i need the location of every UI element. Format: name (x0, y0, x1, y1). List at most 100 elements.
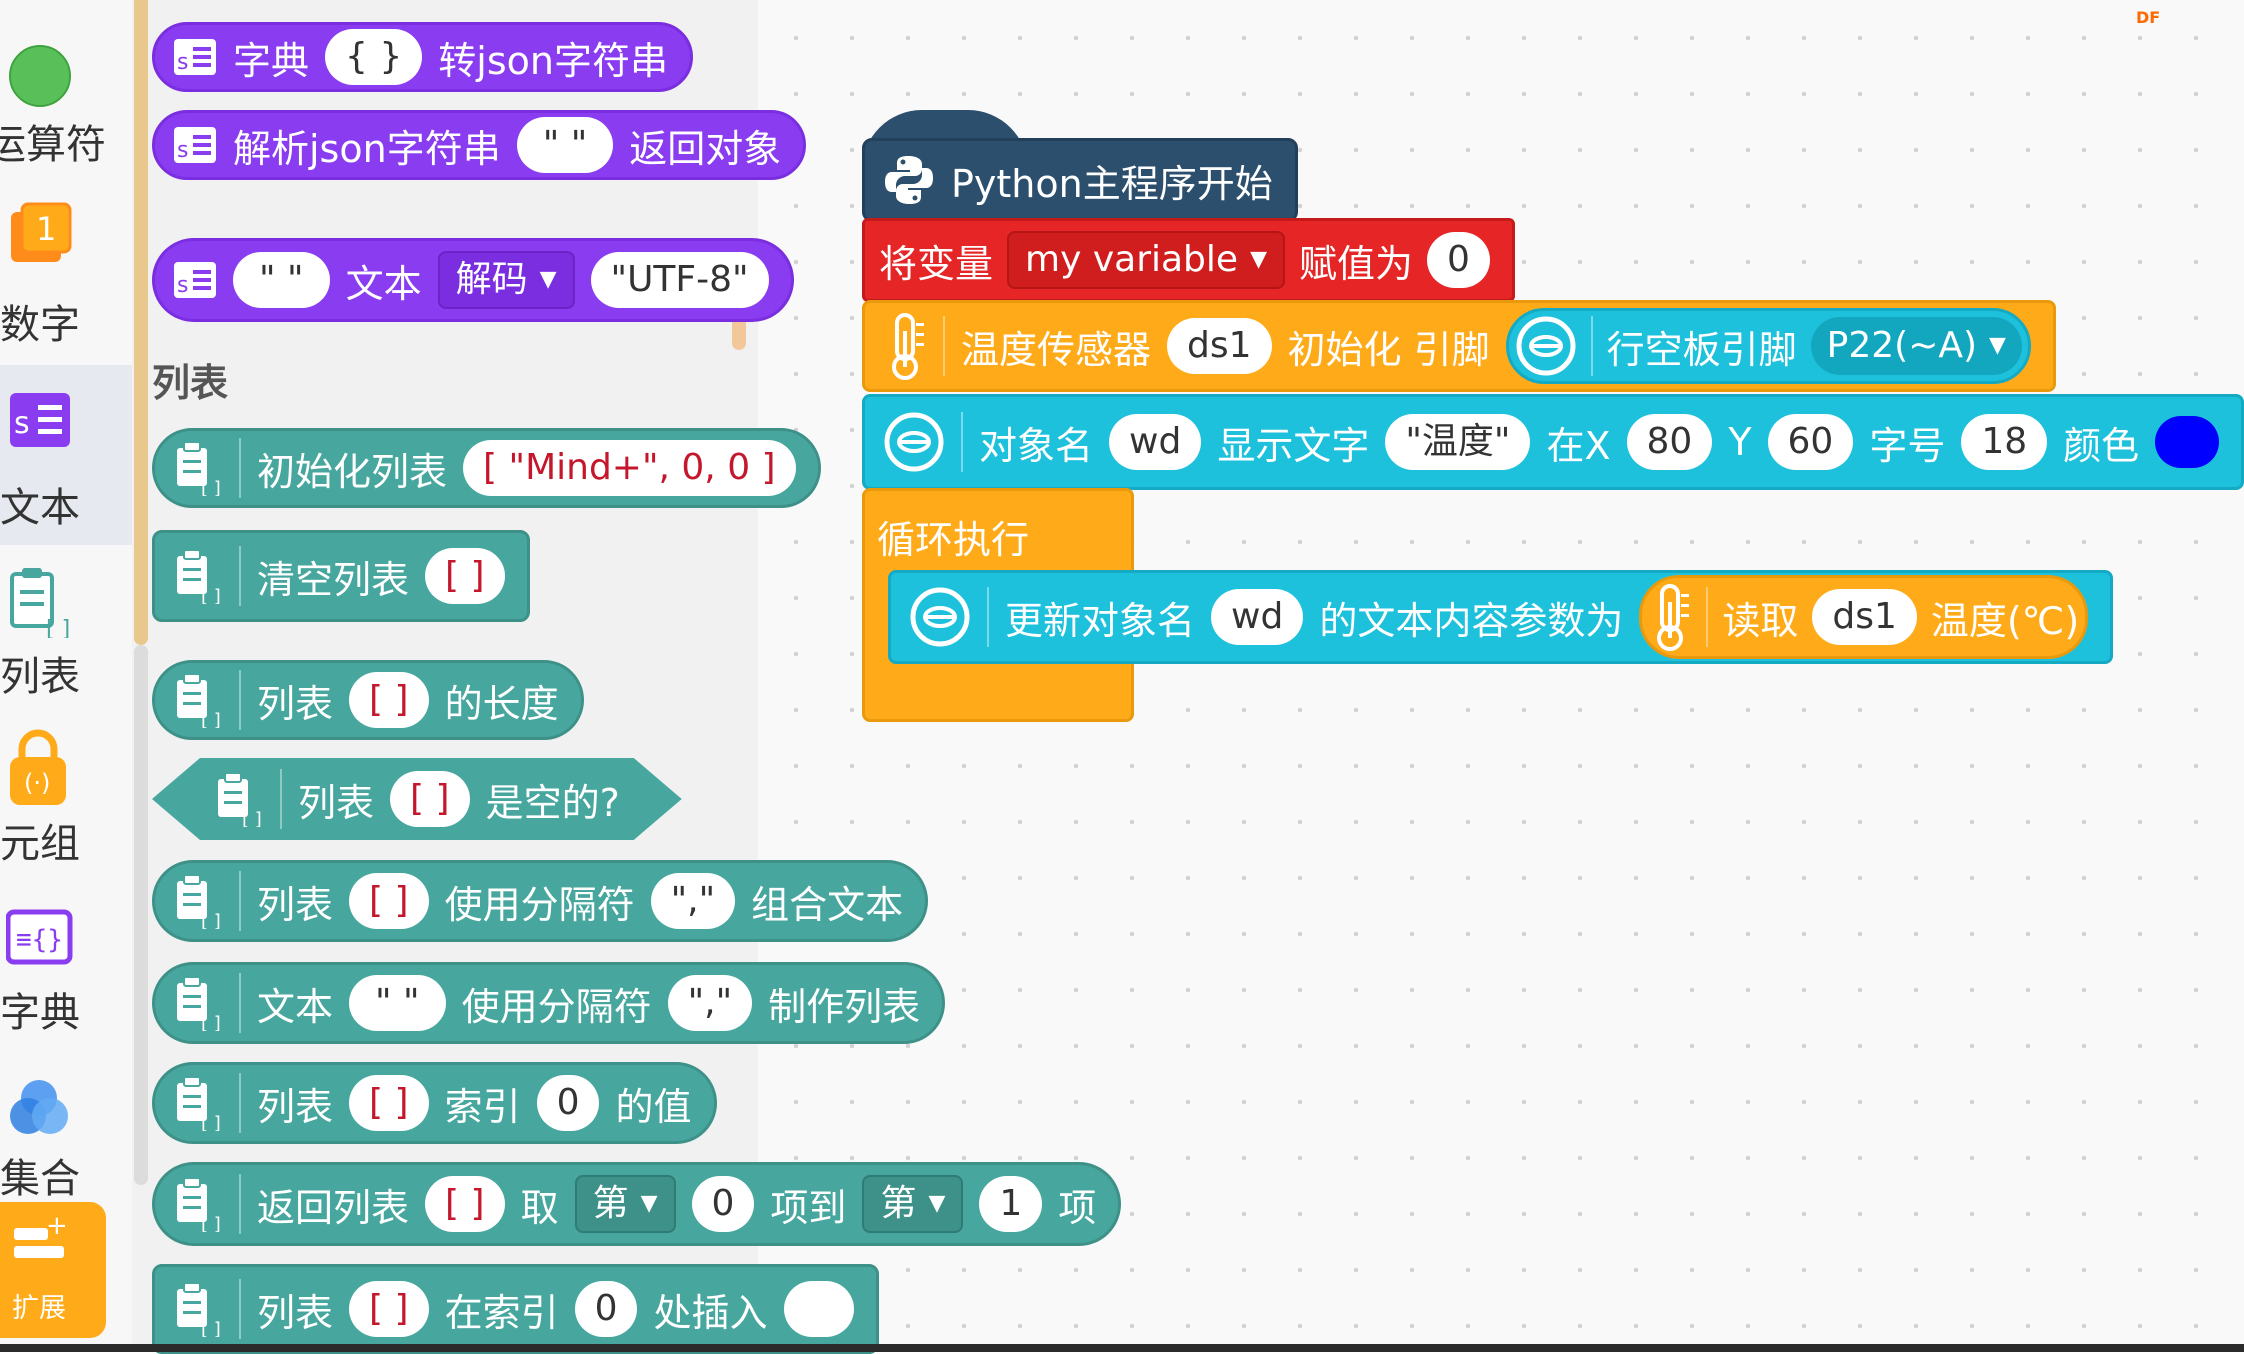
list-block-icon: [ ] (177, 976, 221, 1031)
list-input[interactable]: [ ] (349, 1075, 429, 1131)
block-text: 列表 (298, 780, 375, 825)
dropdown-arrow-icon: ▼ (539, 267, 557, 292)
block-text: 的值 (615, 1084, 692, 1129)
separator-input[interactable]: "," (667, 975, 753, 1031)
block-update-text[interactable]: 更新对象名 wd 的文本内容参数为 读取 ds1 温度(℃) (888, 570, 2114, 664)
dict-input[interactable]: { } (325, 29, 423, 85)
from-dropdown[interactable]: 第 ▼ (574, 1175, 676, 1233)
block-dict-to-json[interactable]: s 字典 { } 转json字符串 (152, 22, 693, 92)
block-list-slice[interactable]: [ ] 返回列表 [ ] 取 第 ▼ 0 项到 第 ▼ 1 项 (152, 1162, 1122, 1246)
block-text: 初始化 引脚 (1287, 327, 1490, 372)
list-input[interactable]: [ ] (425, 548, 505, 604)
dropdown-arrow-icon: ▼ (928, 1191, 946, 1216)
block-text: 索引 (444, 1084, 521, 1129)
list-input[interactable]: [ ] (349, 873, 429, 929)
index-input[interactable]: 0 (574, 1281, 638, 1337)
pin-dropdown[interactable]: P22(~A) ▼ (1810, 317, 2022, 375)
x-input[interactable]: 80 (1626, 414, 1713, 470)
block-text: 使用分隔符 (444, 882, 635, 927)
pin-reporter-block[interactable]: 行空板引脚 P22(~A) ▼ (1505, 308, 2031, 384)
unihiker-icon (910, 587, 970, 647)
index-input[interactable]: 0 (536, 1075, 600, 1131)
list-literal-input[interactable]: [ "Mind+", 0, 0 ] (463, 440, 796, 496)
string-input[interactable]: " " (349, 975, 446, 1031)
category-operators[interactable]: 运算符 (0, 0, 132, 168)
string-input[interactable]: " " (516, 117, 614, 173)
value-input[interactable] (783, 1281, 854, 1337)
list-block-icon: [ ] (177, 1177, 221, 1232)
from-index-input[interactable]: 0 (691, 1176, 755, 1232)
block-text: 读取 (1722, 598, 1799, 643)
category-tuple[interactable]: (·) 元组 (0, 725, 132, 875)
category-dict[interactable]: ≡{} 字典 (0, 900, 132, 1050)
category-numbers[interactable]: 1 数字 (0, 180, 132, 348)
block-separator (239, 973, 241, 1033)
svg-text:+: + (46, 1212, 68, 1241)
block-list-is-empty[interactable]: [ ] 列表 [ ] 是空的? (152, 758, 682, 840)
list-block-icon: [ ] (177, 1282, 221, 1337)
palette-scrollbar[interactable] (134, 0, 148, 645)
temperature-reporter-block[interactable]: 读取 ds1 温度(℃) (1639, 575, 2089, 659)
color-picker[interactable] (2155, 416, 2220, 468)
value-input[interactable]: 0 (1427, 232, 1490, 288)
category-text[interactable]: s 文本 (0, 365, 132, 545)
block-text: 转json字符串 (438, 38, 668, 83)
separator-input[interactable]: "," (650, 873, 736, 929)
block-text: 的文本内容参数为 (1319, 598, 1624, 643)
dict-icon: ≡{} (6, 909, 73, 965)
list-input[interactable]: [ ] (349, 1281, 429, 1337)
block-parse-json[interactable]: s 解析json字符串 " " 返回对象 (152, 110, 807, 180)
category-label: 数字 (0, 302, 80, 348)
font-size-input[interactable]: 18 (1961, 414, 2048, 470)
block-text: 清空列表 (257, 557, 410, 602)
category-list[interactable]: [ ] 列表 (0, 560, 132, 710)
extension-button[interactable]: + 扩展 (0, 1202, 106, 1338)
to-dropdown[interactable]: 第 ▼ (862, 1175, 964, 1233)
block-python-main-start[interactable]: Python主程序开始 (862, 138, 1298, 222)
to-index-input[interactable]: 1 (979, 1176, 1043, 1232)
dropdown-value: my variable (1025, 239, 1239, 280)
lock-icon: (·) (10, 729, 66, 805)
string-input[interactable]: " " (233, 252, 330, 308)
list-input[interactable]: [ ] (349, 672, 429, 728)
block-text: 字典 (233, 38, 310, 83)
block-text: 项到 (770, 1185, 847, 1230)
block-display-text[interactable]: 对象名 wd 显示文字 "温度" 在X 80 Y 60 字号 18 颜色 (862, 394, 2244, 490)
sensor-name-input[interactable]: ds1 (1812, 589, 1917, 645)
block-list-join[interactable]: [ ] 列表 [ ] 使用分隔符 "," 组合文本 (152, 860, 929, 942)
object-name-input[interactable]: wd (1211, 589, 1304, 645)
y-input[interactable]: 60 (1767, 414, 1854, 470)
object-name-input[interactable]: wd (1109, 414, 1202, 470)
text-input[interactable]: "温度" (1385, 414, 1531, 470)
svg-text:[ ]: [ ] (46, 617, 70, 638)
block-text: 颜色 (2063, 423, 2140, 468)
block-set-variable[interactable]: 将变量 my variable ▼ 赋值为 0 (862, 218, 1515, 302)
encoding-input[interactable]: "UTF-8" (590, 252, 769, 308)
block-separator (987, 587, 989, 647)
list-input[interactable]: [ ] (390, 771, 470, 827)
svg-text:s: s (14, 406, 30, 441)
list-input[interactable]: [ ] (425, 1176, 505, 1232)
block-list-length[interactable]: [ ] 列表 [ ] 的长度 (152, 660, 584, 740)
text-category-icon: s (174, 127, 216, 163)
block-text-decode[interactable]: s " " 文本 解码 ▼ "UTF-8" (152, 238, 794, 322)
block-text: 解析json字符串 (233, 126, 501, 171)
sensor-name-input[interactable]: ds1 (1167, 318, 1272, 374)
block-separator (280, 769, 282, 829)
block-text-split[interactable]: [ ] 文本 " " 使用分隔符 "," 制作列表 (152, 962, 946, 1044)
svg-text:[ ]: [ ] (201, 586, 221, 604)
decode-dropdown[interactable]: 解码 ▼ (437, 251, 575, 309)
block-text: 在X (1546, 423, 1611, 468)
block-clear-list[interactable]: [ ] 清空列表 [ ] (152, 530, 530, 622)
block-init-list[interactable]: [ ] 初始化列表 [ "Mind+", 0, 0 ] (152, 428, 821, 508)
block-list-insert[interactable]: [ ] 列表 [ ] 在索引 0 处插入 (152, 1264, 879, 1354)
block-list-index[interactable]: [ ] 列表 [ ] 索引 0 的值 (152, 1062, 717, 1144)
text-category-icon: s (174, 262, 216, 298)
block-separator (1590, 316, 1593, 376)
block-separator (961, 412, 963, 472)
category-label: 字典 (0, 990, 80, 1036)
block-text: 文本 (345, 261, 422, 306)
variable-dropdown[interactable]: my variable ▼ (1007, 231, 1285, 289)
category-set[interactable]: 集合 (0, 1070, 132, 1202)
block-temperature-sensor-init[interactable]: 温度传感器 ds1 初始化 引脚 行空板引脚 P22(~A) ▼ (862, 300, 2056, 392)
